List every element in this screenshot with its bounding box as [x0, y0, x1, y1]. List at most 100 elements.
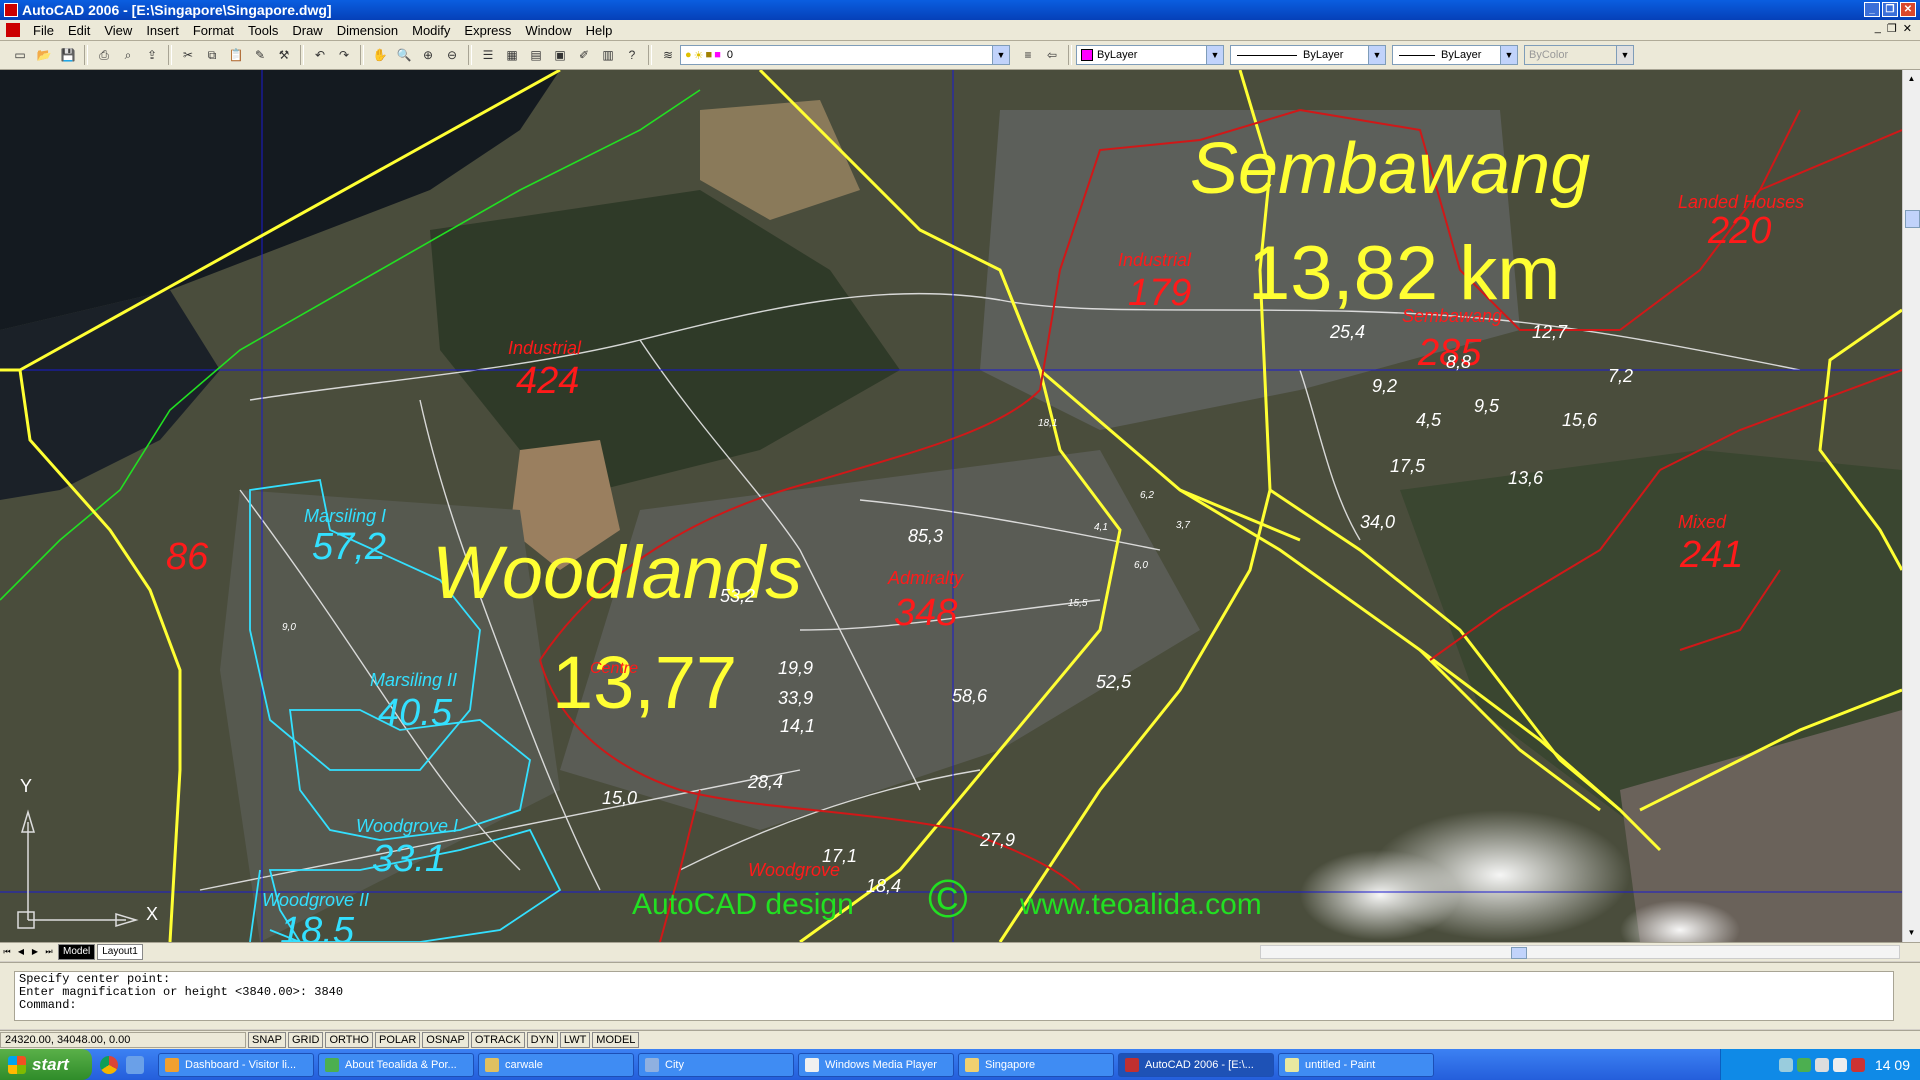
horizontal-scrollbar[interactable]: [1260, 945, 1900, 959]
prev-tab-icon[interactable]: ◀: [14, 945, 28, 959]
next-tab-icon[interactable]: ▶: [28, 945, 42, 959]
markup-icon[interactable]: ✐: [574, 45, 594, 65]
autocad-app-icon[interactable]: [4, 3, 18, 17]
publish-icon[interactable]: ⇪: [142, 45, 162, 65]
grid-toggle[interactable]: GRID: [287, 1032, 324, 1048]
last-tab-icon[interactable]: ⏭: [42, 945, 56, 959]
help-icon[interactable]: ?: [622, 45, 642, 65]
menu-view[interactable]: View: [97, 23, 139, 38]
plot-preview-icon[interactable]: ⌕: [118, 45, 138, 65]
save-icon[interactable]: 💾: [58, 45, 78, 65]
menu-edit[interactable]: Edit: [61, 23, 97, 38]
polar-toggle[interactable]: POLAR: [375, 1032, 421, 1048]
layer-manager-icon[interactable]: ≋: [658, 45, 678, 65]
menu-file[interactable]: File: [26, 23, 61, 38]
linetype-sample-icon: [1237, 54, 1297, 56]
menu-express[interactable]: Express: [457, 23, 518, 38]
menu-format[interactable]: Format: [186, 23, 241, 38]
chrome-tray-icon[interactable]: [1796, 1057, 1811, 1072]
vertical-scroll-thumb[interactable]: [1905, 210, 1920, 228]
minimize-button[interactable]: _: [1864, 2, 1880, 17]
chrome-quicklaunch-icon[interactable]: [100, 1055, 118, 1074]
taskbar-item[interactable]: Dashboard - Visitor li...: [158, 1052, 314, 1077]
otrack-toggle[interactable]: OTRACK: [470, 1032, 525, 1048]
language-tray-icon[interactable]: [1850, 1057, 1865, 1072]
taskbar-clock[interactable]: 14 09: [1875, 1057, 1910, 1073]
match-properties-icon[interactable]: ✎: [250, 45, 270, 65]
calculator-icon[interactable]: ▥: [598, 45, 618, 65]
menu-insert[interactable]: Insert: [139, 23, 186, 38]
drawing-doc-icon[interactable]: [6, 23, 20, 37]
close-button[interactable]: ✕: [1900, 2, 1916, 17]
new-icon[interactable]: ▭: [10, 45, 30, 65]
cursor-coordinates[interactable]: 24320.00, 34048.00, 0.00: [0, 1032, 246, 1048]
volume-tray-icon[interactable]: [1832, 1057, 1847, 1072]
layer-dropdown-arrow[interactable]: ▼: [992, 46, 1009, 64]
tab-model[interactable]: Model: [58, 944, 96, 960]
menu-dimension[interactable]: Dimension: [330, 23, 405, 38]
plot-icon[interactable]: ⎙: [94, 45, 114, 65]
dyn-toggle[interactable]: DYN: [526, 1032, 558, 1048]
sheet-set-icon[interactable]: ▣: [550, 45, 570, 65]
taskbar-item[interactable]: AutoCAD 2006 - [E:\...: [1118, 1052, 1274, 1077]
linetype-dropdown[interactable]: ByLayer ▼: [1230, 45, 1386, 65]
vertical-scrollbar[interactable]: ▲ ▼: [1902, 70, 1920, 942]
tool-palettes-icon[interactable]: ▤: [526, 45, 546, 65]
security-tray-icon[interactable]: [1814, 1057, 1829, 1072]
network-tray-icon[interactable]: [1778, 1057, 1793, 1072]
block-area-value: 13,6: [1508, 468, 1544, 488]
menu-window[interactable]: Window: [518, 23, 578, 38]
command-history[interactable]: Specify center point: Enter magnificatio…: [14, 971, 1894, 1021]
color-dropdown[interactable]: ByLayer ▼: [1076, 45, 1224, 65]
taskbar-item[interactable]: carwale: [478, 1052, 634, 1077]
snap-toggle[interactable]: SNAP: [248, 1032, 286, 1048]
layer-previous-icon[interactable]: ⇦: [1042, 45, 1062, 65]
menu-draw[interactable]: Draw: [285, 23, 329, 38]
redo-icon[interactable]: ↷: [334, 45, 354, 65]
taskbar-item[interactable]: City: [638, 1052, 794, 1077]
restore-button[interactable]: ❐: [1882, 2, 1898, 17]
taskbar-item[interactable]: Windows Media Player: [798, 1052, 954, 1077]
make-object-layer-current-icon[interactable]: ≡: [1018, 45, 1038, 65]
lineweight-dropdown[interactable]: ByLayer ▼: [1392, 45, 1518, 65]
model-toggle[interactable]: MODEL: [592, 1032, 640, 1048]
linetype-dropdown-arrow[interactable]: ▼: [1368, 46, 1385, 64]
taskbar-item[interactable]: About Teoalida & Por...: [318, 1052, 474, 1077]
menu-modify[interactable]: Modify: [405, 23, 457, 38]
zoom-realtime-icon[interactable]: 🔍: [394, 45, 414, 65]
open-icon[interactable]: 📂: [34, 45, 54, 65]
zoom-previous-icon[interactable]: ⊖: [442, 45, 462, 65]
horizontal-scroll-thumb[interactable]: [1511, 947, 1527, 959]
cut-icon[interactable]: ✂: [178, 45, 198, 65]
undo-icon[interactable]: ↶: [310, 45, 330, 65]
pan-icon[interactable]: ✋: [370, 45, 390, 65]
doc-restore-button[interactable]: ❐: [1887, 22, 1897, 35]
copy-icon[interactable]: ⧉: [202, 45, 222, 65]
zoom-window-icon[interactable]: ⊕: [418, 45, 438, 65]
lineweight-dropdown-arrow[interactable]: ▼: [1500, 46, 1517, 64]
drawing-area[interactable]: Sembawang 13,82 km Woodlands 13,77 Lande…: [0, 70, 1902, 942]
block-area-value: 19,9: [778, 658, 814, 678]
paste-icon[interactable]: 📋: [226, 45, 246, 65]
scroll-down-arrow[interactable]: ▼: [1905, 926, 1918, 940]
doc-minimize-button[interactable]: _: [1875, 22, 1881, 35]
doc-close-button[interactable]: ✕: [1903, 22, 1912, 35]
layer-dropdown[interactable]: ● ☀ ■ ■ 0 ▼: [680, 45, 1010, 65]
properties-icon[interactable]: ☰: [478, 45, 498, 65]
block-editor-icon[interactable]: ⚒: [274, 45, 294, 65]
tab-layout1[interactable]: Layout1: [97, 944, 143, 960]
menu-tools[interactable]: Tools: [241, 23, 285, 38]
lwt-toggle[interactable]: LWT: [559, 1032, 591, 1048]
ortho-toggle[interactable]: ORTHO: [325, 1032, 373, 1048]
menu-help[interactable]: Help: [579, 23, 620, 38]
taskbar-item[interactable]: Singapore: [958, 1052, 1114, 1077]
start-button[interactable]: start: [0, 1049, 92, 1080]
explorer-quicklaunch-icon[interactable]: [126, 1055, 144, 1074]
color-dropdown-arrow[interactable]: ▼: [1206, 46, 1223, 64]
taskbar-item[interactable]: untitled - Paint: [1278, 1052, 1434, 1077]
design-center-icon[interactable]: ▦: [502, 45, 522, 65]
osnap-toggle[interactable]: OSNAP: [422, 1032, 469, 1048]
first-tab-icon[interactable]: ⏮: [0, 945, 14, 959]
scroll-up-arrow[interactable]: ▲: [1905, 72, 1918, 86]
command-prompt[interactable]: Command:: [19, 999, 1889, 1012]
